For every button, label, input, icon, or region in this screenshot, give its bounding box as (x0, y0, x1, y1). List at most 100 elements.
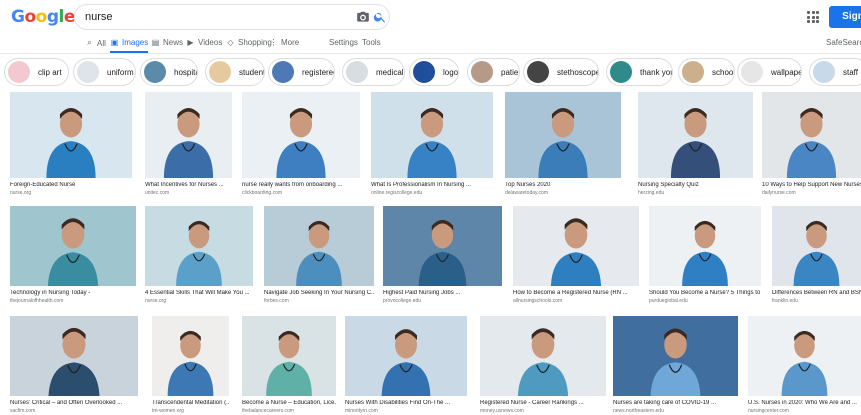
search-icon[interactable] (373, 10, 387, 24)
result-thumbnail[interactable] (480, 316, 606, 396)
image-result-card[interactable]: Should You Become a Nurse? 5 Things to .… (649, 206, 761, 310)
result-thumbnail[interactable] (638, 92, 753, 178)
result-thumbnail[interactable] (145, 206, 253, 286)
result-title[interactable]: Nurses' Critical – and Often Overlooked … (10, 400, 138, 406)
result-source: nursingcenter.com (748, 408, 789, 414)
image-result-card[interactable]: Become a Nurse – Education, Lice... theba… (242, 316, 336, 415)
result-title[interactable]: Highest Paid Nursing Jobs ... (383, 290, 502, 296)
image-result-card[interactable]: 4 Essential Skills That Will Make You ..… (145, 206, 253, 310)
result-source: forbes.com (264, 298, 289, 304)
search-input[interactable] (85, 8, 335, 26)
result-thumbnail[interactable] (264, 206, 374, 286)
result-title[interactable]: Foreign-Educated Nurse (10, 182, 132, 188)
image-result-card[interactable]: Nurses' Critical – and Often Overlooked … (10, 316, 138, 415)
result-title[interactable]: 10 Ways to Help Support New Nurses ... (762, 182, 861, 188)
chip-hospital[interactable]: hospital (140, 58, 198, 86)
sign-in-button[interactable]: Sign in (829, 6, 861, 44)
image-result-card[interactable]: Top Nurses 2020 delawaretoday.com (505, 92, 621, 202)
chip-staff[interactable]: staff (809, 58, 861, 86)
tab-shopping[interactable]: ◇ Shopping (226, 38, 271, 47)
result-thumbnail[interactable] (748, 316, 861, 396)
result-title[interactable]: What Incentives for Nurses ... (145, 182, 232, 188)
result-source: news.northeastern.edu (613, 408, 664, 414)
chip-clip-art[interactable]: clip art (4, 58, 69, 86)
result-title[interactable]: nurse really wants from onboarding ... (242, 182, 360, 188)
image-result-card[interactable]: U.S. Nurses in 2020: Who We Are and ... n… (748, 316, 861, 415)
tools-link[interactable]: Tools (362, 38, 381, 47)
result-source: money.usnews.com (480, 408, 524, 414)
result-title[interactable]: Nursing Specialty Quiz (638, 182, 753, 188)
image-result-card[interactable]: Registered Nurse - Career Rankings ... mo… (480, 316, 606, 415)
image-result-card[interactable]: 10 Ways to Help Support New Nurses ... da… (762, 92, 861, 202)
image-result-card[interactable]: nurse really wants from onboarding ... cl… (242, 92, 360, 202)
result-thumbnail[interactable] (242, 316, 336, 396)
image-result-card[interactable]: Nursing Specialty Quiz herzing.edu (638, 92, 753, 202)
result-thumbnail[interactable] (242, 92, 360, 178)
result-thumbnail[interactable] (145, 92, 232, 178)
result-thumbnail[interactable] (10, 92, 132, 178)
chip-logo[interactable]: logo (409, 58, 459, 86)
result-thumbnail[interactable] (772, 206, 861, 286)
tab-news[interactable]: ▤ News (151, 38, 183, 47)
image-result-card[interactable]: Navigate Job Seeking In Your Nursing C..… (264, 206, 374, 310)
result-title[interactable]: Top Nurses 2020 (505, 182, 621, 188)
result-thumbnail[interactable] (10, 316, 138, 396)
chip-wallpaper[interactable]: wallpaper (737, 58, 802, 86)
apps-grid-icon[interactable] (807, 11, 819, 23)
chip-patient[interactable]: patient (467, 58, 520, 86)
google-logo[interactable]: Google (11, 7, 75, 27)
result-source: nurse.org (10, 190, 32, 196)
result-thumbnail[interactable] (345, 316, 467, 396)
result-title[interactable]: Registered Nurse - Career Rankings ... (480, 400, 606, 406)
image-result-card[interactable]: What Incentives for Nurses ... unitec.com (145, 92, 232, 202)
result-thumbnail[interactable] (505, 92, 621, 178)
settings-link[interactable]: Settings (329, 38, 358, 47)
result-thumbnail[interactable] (383, 206, 502, 286)
result-thumbnail[interactable] (613, 316, 738, 396)
result-thumbnail[interactable] (513, 206, 639, 286)
result-title[interactable]: How to Become a Registered Nurse (RN ... (513, 290, 639, 296)
result-title[interactable]: Technology in Nursing Today - (10, 290, 136, 296)
chip-thumbnail (413, 61, 435, 83)
image-result-card[interactable]: Nurses are taking care of COVID-19 ... ne… (613, 316, 738, 415)
result-title[interactable]: 4 Essential Skills That Will Make You ..… (145, 290, 253, 296)
tab-images[interactable]: ▣ Images (110, 38, 149, 53)
image-result-card[interactable]: Transcendental Meditation (... tm-women.o… (152, 316, 229, 415)
result-thumbnail[interactable] (371, 92, 493, 178)
tab-more[interactable]: ⋮ More (269, 38, 300, 47)
chip-student[interactable]: student (205, 58, 265, 86)
result-title[interactable]: Transcendental Meditation (... (152, 400, 229, 406)
result-thumbnail[interactable] (10, 206, 136, 286)
image-result-card[interactable]: How to Become a Registered Nurse (RN ...… (513, 206, 639, 310)
tab-all[interactable]: ⌕ All (85, 38, 106, 48)
safesearch-dropdown[interactable]: SafeSearch ▾ (826, 38, 861, 47)
result-title[interactable]: What Is Professionalism In Nursing ... (371, 182, 493, 188)
result-title[interactable]: Should You Become a Nurse? 5 Things to .… (649, 290, 761, 296)
image-result-card[interactable]: Nurses With Disabilities Find On-The ...… (345, 316, 467, 415)
result-title[interactable]: Differences Between RN and BSN N... (772, 290, 861, 296)
chip-thank-you[interactable]: thank you (606, 58, 673, 86)
image-result-card[interactable]: What Is Professionalism In Nursing ... on… (371, 92, 493, 202)
result-title[interactable]: Nurses are taking care of COVID-19 ... (613, 400, 738, 406)
result-source: tm-women.org (152, 408, 184, 414)
result-source: delawaretoday.com (505, 190, 548, 196)
image-result-card[interactable]: Foreign-Educated Nurse nurse.org (10, 92, 132, 202)
camera-icon[interactable] (356, 10, 370, 24)
chip-uniform[interactable]: uniform (73, 58, 136, 86)
result-thumbnail[interactable] (152, 316, 229, 396)
result-title[interactable]: Become a Nurse – Education, Lice... (242, 400, 336, 406)
chip-registered[interactable]: registered (268, 58, 335, 86)
result-title[interactable]: Nurses With Disabilities Find On-The ... (345, 400, 467, 406)
image-result-card[interactable]: Technology in Nursing Today - thejournalo… (10, 206, 136, 310)
image-result-card[interactable]: Highest Paid Nursing Jobs ... provocolleg… (383, 206, 502, 310)
image-result-card[interactable]: Differences Between RN and BSN N... frank… (772, 206, 861, 310)
chip-stethoscope[interactable]: stethoscope (523, 58, 599, 86)
chip-medical[interactable]: medical (342, 58, 405, 86)
result-title[interactable]: U.S. Nurses in 2020: Who We Are and ... (748, 400, 861, 406)
chip-school[interactable]: school (678, 58, 735, 86)
result-source: clickboarding.com (242, 190, 283, 196)
result-thumbnail[interactable] (649, 206, 761, 286)
tab-videos[interactable]: ▶ Videos (186, 38, 222, 47)
result-title[interactable]: Navigate Job Seeking In Your Nursing C..… (264, 290, 374, 296)
result-thumbnail[interactable] (762, 92, 861, 178)
